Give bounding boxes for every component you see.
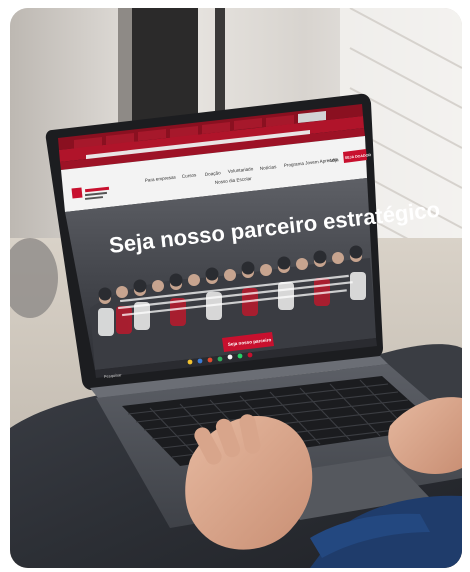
photo-frame: Para empresas Cursos Doação Voluntariado… xyxy=(10,8,462,568)
taskbar-app-icon[interactable] xyxy=(247,352,253,358)
taskbar-app-icon[interactable] xyxy=(237,353,243,359)
nav-item[interactable]: Loja xyxy=(330,157,340,163)
photo-scene: Para empresas Cursos Doação Voluntariado… xyxy=(10,8,462,568)
taskbar-app-icon[interactable] xyxy=(217,356,223,362)
taskbar-app-icon[interactable] xyxy=(227,354,233,360)
taskbar-app-icon[interactable] xyxy=(187,359,193,365)
taskbar-app-icon[interactable] xyxy=(207,357,213,363)
taskbar-app-icon[interactable] xyxy=(197,358,203,364)
